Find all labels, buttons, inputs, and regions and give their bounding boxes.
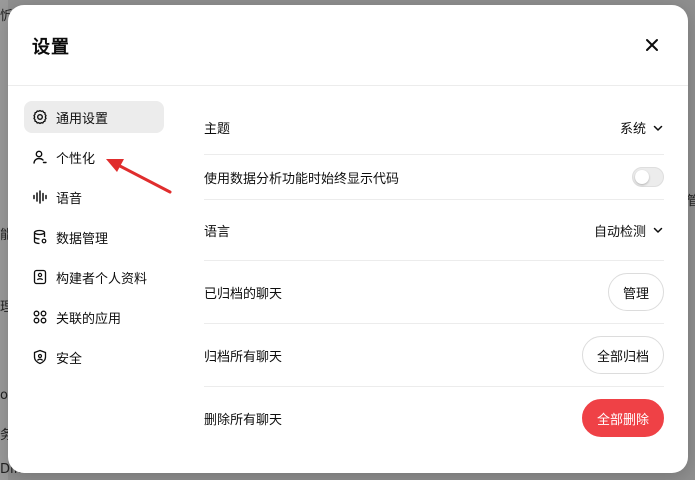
setting-row-show-code: 使用数据分析功能时始终显示代码 (204, 155, 664, 200)
background-text: 管 (687, 194, 695, 209)
sidebar-item-label: 安全 (56, 351, 83, 367)
toggle-knob (635, 170, 649, 184)
sidebar-item-data-controls[interactable]: 数据管理 (24, 221, 164, 253)
theme-value: 系统 (619, 122, 646, 137)
chevron-down-icon (653, 125, 663, 131)
person-icon (32, 149, 48, 165)
show-code-toggle[interactable] (632, 167, 664, 187)
language-select[interactable]: 自动检测 (594, 221, 664, 240)
grid-icon (32, 309, 48, 325)
archived-label: 已归档的聊天 (204, 286, 283, 302)
theme-label: 主题 (204, 122, 231, 137)
modal-title: 设置 (32, 37, 70, 58)
sidebar-item-label: 通用设置 (56, 111, 109, 127)
language-value: 自动检测 (593, 224, 646, 240)
manage-archived-button[interactable]: 管理 (607, 273, 664, 311)
waveform-icon (32, 189, 48, 205)
settings-sidebar: 通用设置 个性化 语音 数据管理 构建者个人资料 关联的应用 安全 (24, 101, 164, 381)
setting-row-archived: 已归档的聊天 管理 (204, 261, 664, 324)
theme-select[interactable]: 系统 (620, 118, 664, 137)
language-label: 语言 (204, 224, 231, 240)
setting-row-archive-all: 归档所有聊天 全部归档 (204, 324, 664, 387)
id-card-icon (32, 269, 48, 285)
setting-row-language: 语言 自动检测 (204, 200, 664, 261)
setting-row-delete-all: 删除所有聊天 全部删除 (204, 387, 664, 449)
sidebar-item-security[interactable]: 安全 (24, 341, 164, 373)
sidebar-item-connected-apps[interactable]: 关联的应用 (24, 301, 164, 333)
close-button[interactable] (640, 33, 664, 57)
shield-icon (32, 349, 48, 365)
setting-row-theme: 主题 系统 (204, 101, 664, 155)
sidebar-item-label: 关联的应用 (56, 311, 122, 327)
show-code-label: 使用数据分析功能时始终显示代码 (204, 171, 400, 187)
gear-icon (32, 109, 48, 125)
delete-all-label: 删除所有聊天 (204, 412, 283, 428)
sidebar-item-builder-profile[interactable]: 构建者个人资料 (24, 261, 164, 293)
sidebar-item-label: 语音 (56, 191, 83, 207)
delete-all-button[interactable]: 全部删除 (581, 399, 664, 437)
sidebar-item-label: 构建者个人资料 (56, 271, 148, 287)
annotation-arrow-icon (106, 159, 172, 194)
sidebar-item-label: 个性化 (56, 151, 96, 167)
database-icon (32, 229, 48, 245)
archive-all-button[interactable]: 全部归档 (581, 336, 664, 374)
close-icon (646, 39, 658, 51)
sidebar-item-general[interactable]: 通用设置 (24, 101, 164, 133)
archive-all-label: 归档所有聊天 (204, 349, 283, 365)
settings-modal: 设置 通用设置 个性化 语音 数据管理 构建者个人资料 关联的应用 安全 主题 … (8, 5, 688, 473)
chevron-down-icon (653, 227, 663, 233)
settings-content: 主题 系统 使用数据分析功能时始终显示代码 语言 自动检测 已归档的聊天 管理 … (204, 101, 664, 449)
sidebar-item-label: 数据管理 (56, 231, 109, 247)
modal-header: 设置 (8, 5, 688, 86)
